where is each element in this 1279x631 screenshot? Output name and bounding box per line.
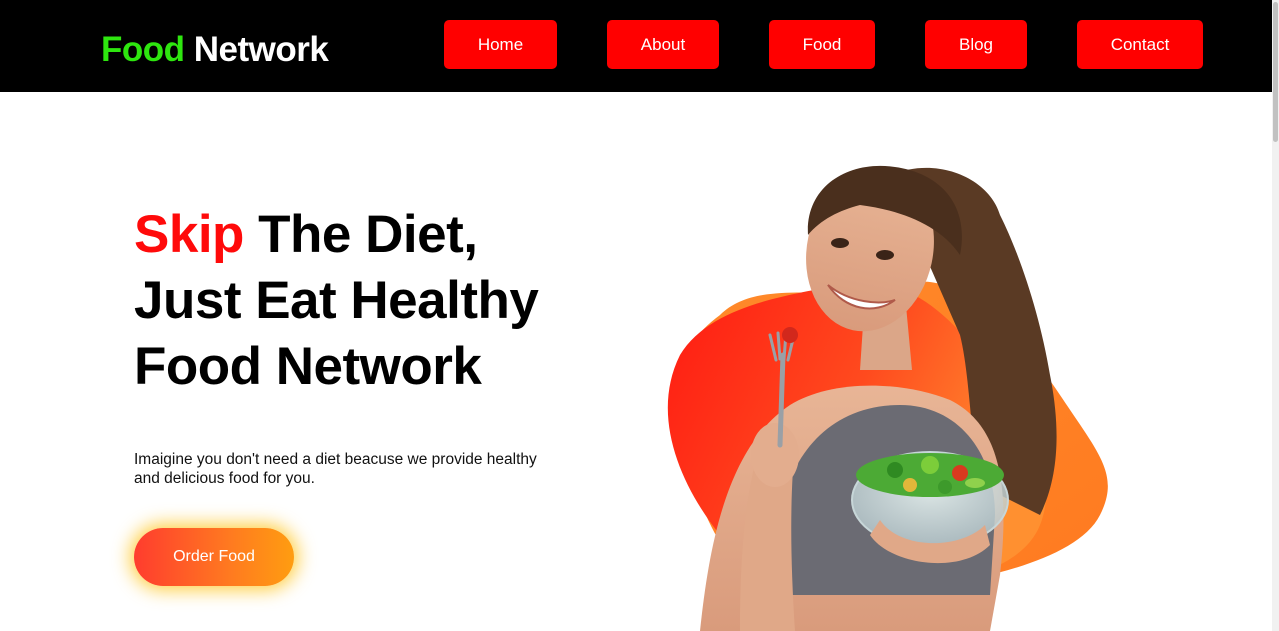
headline-line-1: Skip The Diet, <box>134 202 538 268</box>
brand-logo[interactable]: Food Network <box>101 28 329 72</box>
hero-fork <box>777 352 786 448</box>
nav-contact-button[interactable]: Contact <box>1077 20 1203 69</box>
nav-home-button[interactable]: Home <box>444 20 557 69</box>
hero-headline: Skip The Diet, Just Eat Healthy Food Net… <box>134 202 539 400</box>
headline-highlight: Skip <box>134 205 244 264</box>
nav-food-button[interactable]: Food <box>769 20 875 69</box>
nav-blog-button[interactable]: Blog <box>925 20 1027 69</box>
headline-line-1-rest: The Diet, <box>243 205 478 264</box>
order-food-button[interactable]: Order Food <box>134 528 294 586</box>
hero-description: Imaigine you don't need a diet beacuse w… <box>134 451 537 487</box>
headline-line-2: Just Eat Healthy <box>134 271 539 330</box>
scrollbar-thumb[interactable] <box>1273 2 1278 142</box>
brand-logo-network: Network <box>193 30 329 69</box>
page-scrollbar[interactable] <box>1272 0 1279 631</box>
hero-image <box>667 165 1108 631</box>
nav-about-button[interactable]: About <box>607 20 719 69</box>
brand-logo-food: Food <box>101 30 185 69</box>
navbar: Food Network Home About Food Blog Contac… <box>0 0 1272 92</box>
headline-line-3: Food Network <box>134 337 482 396</box>
